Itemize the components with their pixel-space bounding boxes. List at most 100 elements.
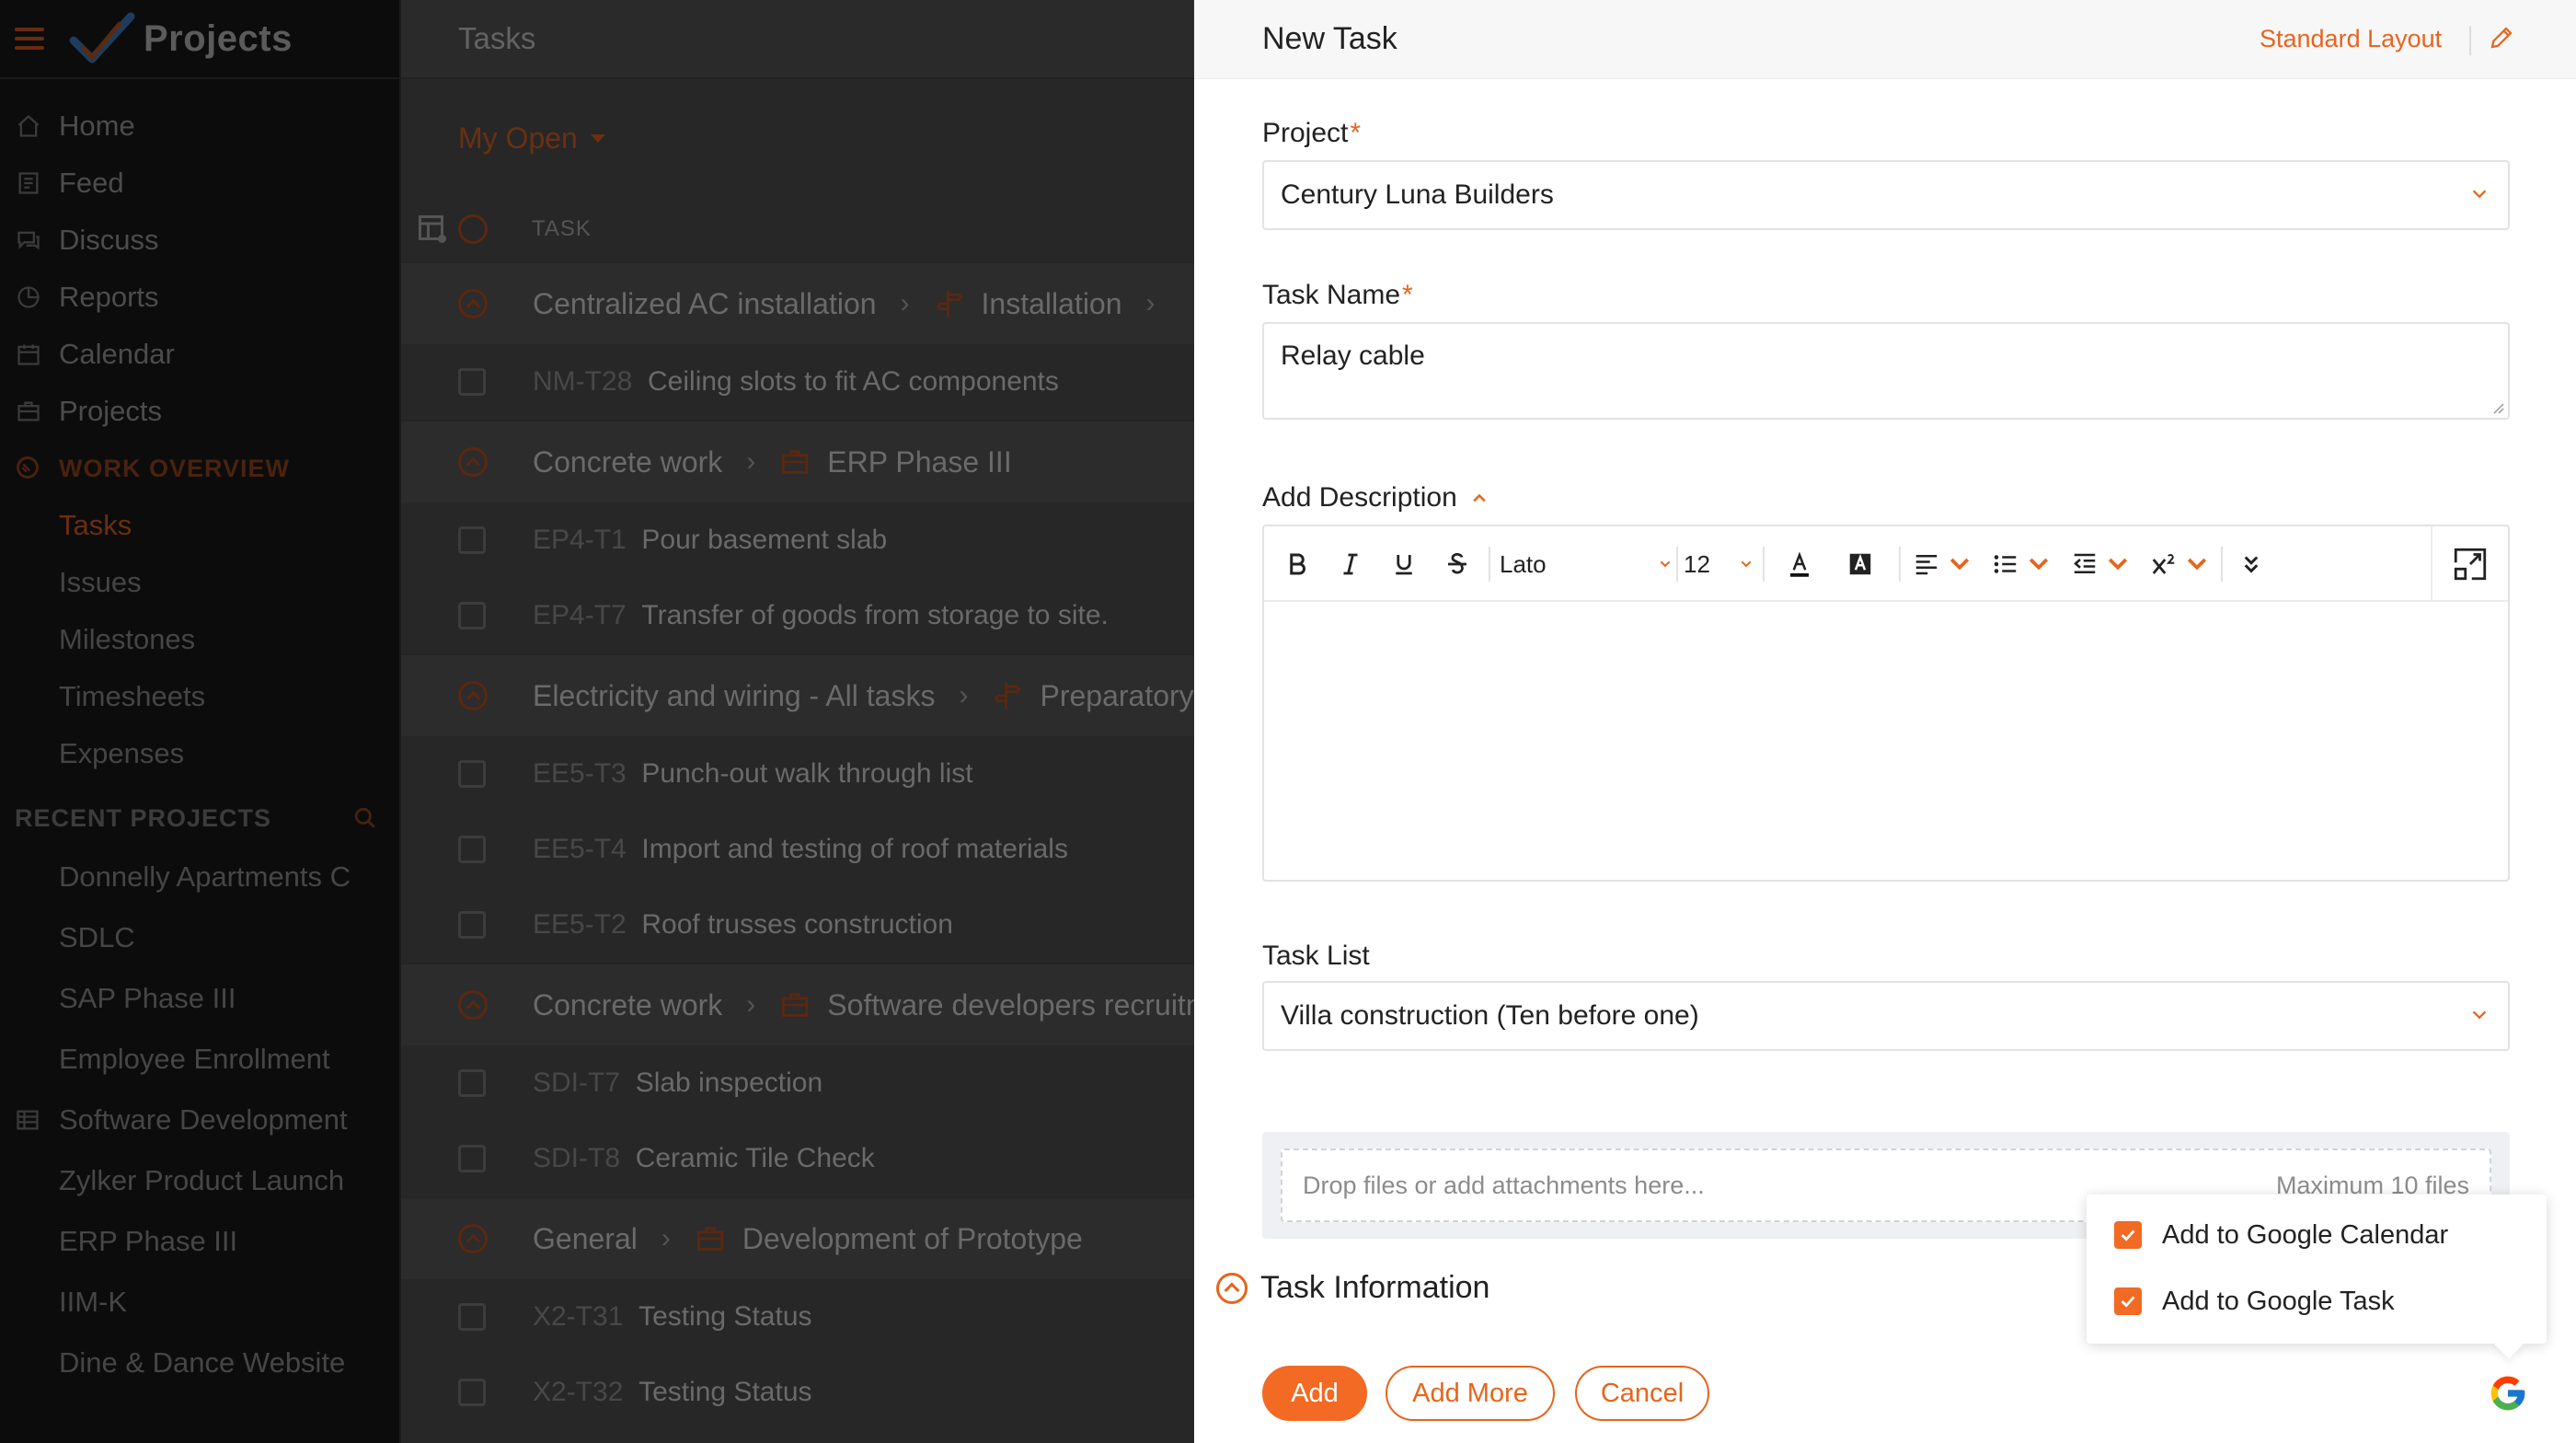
task-checkbox[interactable] — [458, 1379, 486, 1406]
font-family-select[interactable]: Lato — [1500, 526, 1674, 602]
recent-project-item[interactable]: SAP Phase III — [0, 968, 399, 1029]
work-overview-section[interactable]: WORK OVERVIEW — [0, 440, 399, 497]
task-name[interactable]: Pour basement slab — [641, 525, 887, 555]
font-size-select[interactable]: 12 — [1684, 526, 1755, 602]
underline-button[interactable] — [1384, 526, 1424, 602]
superscript-button[interactable] — [2145, 526, 2215, 602]
sidebar-item-home[interactable]: Home — [0, 98, 399, 155]
table-row[interactable]: SDI-T7 Slab inspection — [401, 1045, 1194, 1121]
sidebar-item-projects[interactable]: Projects — [0, 383, 399, 440]
sidebar-item-milestones[interactable]: Milestones — [0, 611, 399, 668]
collapse-all-icon[interactable] — [458, 214, 488, 244]
cancel-button[interactable]: Cancel — [1575, 1366, 1709, 1421]
recent-project-item[interactable]: ERP Phase III — [0, 1211, 399, 1272]
task-checkbox[interactable] — [458, 911, 486, 939]
recent-project-item[interactable]: Donnelly Apartments C — [0, 847, 399, 907]
recent-project-item[interactable]: Zylker Product Launch — [0, 1150, 399, 1211]
google-icon[interactable] — [2488, 1373, 2528, 1414]
view-filter-dropdown[interactable]: My Open — [401, 79, 1194, 197]
task-group-header[interactable]: Centralized AC installation › Installati… — [401, 261, 1194, 344]
sidebar-item-timesheets[interactable]: Timesheets — [0, 668, 399, 725]
collapse-icon[interactable] — [458, 1224, 488, 1253]
sidebar-item-tasks[interactable]: Tasks — [0, 497, 399, 554]
column-settings-icon[interactable] — [416, 213, 449, 246]
add-description-toggle[interactable]: Add Description — [1262, 482, 1489, 514]
add-button[interactable]: Add — [1262, 1366, 1367, 1421]
list-button[interactable] — [1987, 526, 2057, 602]
task-name[interactable]: Testing Status — [638, 1301, 811, 1332]
pencil-icon[interactable] — [2488, 24, 2515, 52]
highlight-color-button[interactable] — [1834, 526, 1886, 602]
recent-project-item[interactable]: Dine & Dance Website — [0, 1333, 399, 1393]
indent-button[interactable] — [2066, 526, 2136, 602]
strikethrough-button[interactable] — [1437, 526, 1478, 602]
task-checkbox[interactable] — [458, 602, 486, 629]
add-more-button[interactable]: Add More — [1386, 1366, 1555, 1421]
italic-button[interactable] — [1330, 526, 1371, 602]
collapse-icon[interactable] — [458, 447, 488, 477]
task-name[interactable]: Transfer of goods from storage to site. — [641, 600, 1108, 630]
recent-project-item[interactable]: SDLC — [0, 907, 399, 968]
table-row[interactable]: EP4-T1 Pour basement slab — [401, 502, 1194, 578]
task-name[interactable]: Testing Status — [638, 1377, 811, 1407]
task-name[interactable]: Slab inspection — [636, 1068, 822, 1098]
sidebar-item-reports[interactable]: Reports — [0, 269, 399, 326]
recent-project-item[interactable]: Software Development — [0, 1090, 399, 1150]
task-group-header[interactable]: Concrete work › Software developers recr… — [401, 963, 1194, 1045]
task-name[interactable]: Roof trusses construction — [641, 909, 952, 940]
sidebar-item-calendar[interactable]: Calendar — [0, 326, 399, 383]
checkbox-checked[interactable] — [2114, 1287, 2142, 1315]
recent-project-item[interactable]: Employee Enrollment — [0, 1029, 399, 1090]
task-group-header[interactable]: General › Development of Prototype — [401, 1196, 1194, 1279]
search-icon[interactable] — [353, 806, 377, 830]
task-checkbox[interactable] — [458, 1069, 486, 1097]
task-name[interactable]: Import and testing of roof materials — [641, 834, 1068, 864]
sidebar-item-discuss[interactable]: Discuss — [0, 212, 399, 269]
task-checkbox[interactable] — [458, 1303, 486, 1331]
project-select[interactable]: Century Luna Builders — [1262, 160, 2510, 230]
task-name[interactable]: Punch-out walk through list — [641, 758, 972, 789]
task-information-toggle[interactable]: Task Information — [1216, 1270, 1489, 1306]
collapse-icon[interactable] — [458, 289, 488, 318]
table-row[interactable]: EE5-T3 Punch-out walk through list — [401, 736, 1194, 812]
task-checkbox[interactable] — [458, 836, 486, 863]
recent-project-item[interactable]: IIM-K — [0, 1272, 399, 1333]
resize-grip-icon[interactable] — [2490, 399, 2504, 414]
sidebar-item-feed[interactable]: Feed — [0, 155, 399, 212]
table-row[interactable]: SDI-T8 Ceramic Tile Check — [401, 1121, 1194, 1196]
table-row[interactable]: X2-T32 Testing Status — [401, 1355, 1194, 1430]
task-list-select[interactable]: Villa construction (Ten before one) — [1262, 981, 2510, 1051]
add-to-google-calendar-option[interactable]: Add to Google Calendar — [2114, 1217, 2448, 1253]
task-name-label: Task Name* — [1262, 280, 1413, 311]
table-row[interactable]: EP4-T7 Transfer of goods from storage to… — [401, 578, 1194, 653]
standard-layout-link[interactable]: Standard Layout — [2260, 25, 2442, 53]
task-list-name: Electricity and wiring - All tasks — [533, 678, 936, 712]
add-to-google-task-option[interactable]: Add to Google Task — [2114, 1283, 2395, 1320]
bold-button[interactable] — [1277, 526, 1317, 602]
task-checkbox[interactable] — [458, 368, 486, 396]
expand-editor-button[interactable] — [2431, 526, 2508, 602]
more-options-button[interactable] — [2230, 526, 2272, 602]
task-name[interactable]: Ceramic Tile Check — [636, 1143, 875, 1173]
table-row[interactable]: EE5-T2 Roof trusses construction — [401, 887, 1194, 963]
task-group-header[interactable]: Concrete work › ERP Phase III — [401, 420, 1194, 502]
align-button[interactable] — [1908, 526, 1978, 602]
sidebar-item-issues[interactable]: Issues — [0, 554, 399, 611]
sidebar-item-expenses[interactable]: Expenses — [0, 725, 399, 782]
text-color-button[interactable] — [1774, 526, 1825, 602]
collapse-icon[interactable] — [458, 990, 488, 1020]
discuss-icon — [15, 226, 42, 254]
hamburger-menu-icon[interactable] — [15, 28, 44, 50]
checkbox-checked[interactable] — [2114, 1221, 2142, 1249]
description-editor[interactable]: Lato 12 — [1262, 525, 2510, 882]
task-group-header[interactable]: Electricity and wiring - All tasks › Pre… — [401, 653, 1194, 736]
table-row[interactable]: NM-T28 Ceiling slots to fit AC component… — [401, 344, 1194, 420]
collapse-icon[interactable] — [458, 681, 488, 710]
table-row[interactable]: X2-T31 Testing Status — [401, 1279, 1194, 1355]
task-name[interactable]: Ceiling slots to fit AC components — [648, 366, 1059, 397]
task-name-input[interactable]: Relay cable — [1262, 322, 2510, 420]
task-checkbox[interactable] — [458, 1145, 486, 1172]
task-checkbox[interactable] — [458, 760, 486, 788]
table-row[interactable]: EE5-T4 Import and testing of roof materi… — [401, 812, 1194, 887]
task-checkbox[interactable] — [458, 526, 486, 554]
